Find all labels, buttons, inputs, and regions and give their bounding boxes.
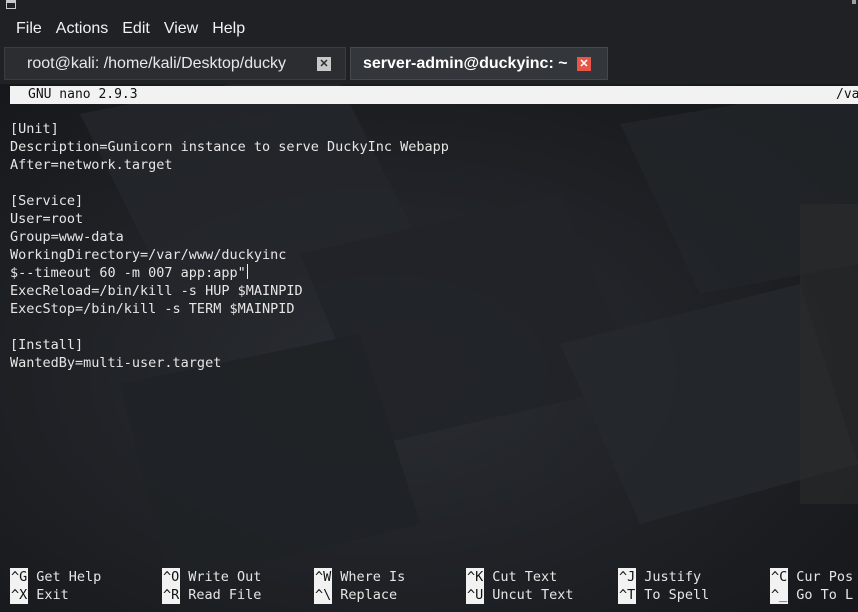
shortcut-key: ^U [466,586,485,604]
buffer-line: After=network.target [10,157,173,173]
text-cursor [246,264,248,279]
buffer-line: Group=www-data [10,229,124,245]
buffer-line: WorkingDirectory=/var/www/duckyinc [10,247,287,263]
shortcut-label: Cur Pos [796,569,854,585]
tab-server-admin[interactable]: server-admin@duckyinc: ~ ✕ [350,47,608,80]
shortcut-key: ^R [162,586,181,604]
shortcut-cur-pos[interactable]: ^C Cur Pos [770,568,853,586]
menu-bar: File Actions Edit View Help [0,14,858,44]
nano-version: GNU nano 2.9.3 [28,87,138,102]
terminal-view[interactable]: GNU nano 2.9.3 /va [Unit] Description=Gu… [0,84,858,612]
buffer-line: ExecReload=/bin/kill -s HUP $MAINPID [10,283,303,299]
shortcut-label: Where Is [340,569,406,585]
shortcut-key: ^C [770,568,789,586]
buffer-line: User=root [10,211,84,227]
shortcut-label: Get Help [36,569,102,585]
nano-filename: /va [836,87,858,102]
shortcut-label: Exit [36,587,69,603]
shortcut-get-help[interactable]: ^G Get Help [10,568,101,586]
shortcut-uncut-text[interactable]: ^U Uncut Text [466,586,574,604]
shortcut-replace[interactable]: ^\ Replace [314,586,397,604]
tab-label: server-admin@duckyinc: ~ [363,54,568,72]
buffer-line-cursor: $--timeout 60 -m 007 app:app" [10,264,449,282]
buffer-line: WantedBy=multi-user.target [10,355,222,371]
shortcut-label: Uncut Text [492,587,574,603]
shortcut-label: Cut Text [492,569,558,585]
shortcut-label: To Spell [644,587,710,603]
menu-help[interactable]: Help [212,20,245,38]
shortcut-key: ^\ [314,586,333,604]
tab-bar: root@kali: /home/kali/Desktop/ducky ✕ se… [0,44,858,84]
shortcut-key: ^W [314,568,333,586]
nano-editor-buffer[interactable]: [Unit] Description=Gunicorn instance to … [10,120,449,372]
buffer-line: [Service] [10,193,84,209]
buffer-line: [Unit] [10,121,59,137]
shortcut-write-out[interactable]: ^O Write Out [162,568,261,586]
window-titlebar [0,0,858,14]
close-icon[interactable]: ✕ [317,57,331,71]
shortcut-label: Go To L [796,587,854,603]
shortcut-go-to-line[interactable]: ^_ Go To L [770,586,853,604]
shortcut-key: ^X [10,586,29,604]
terminal-window-icon [6,0,16,9]
shortcut-to-spell[interactable]: ^T To Spell [618,586,709,604]
shortcut-key: ^T [618,586,637,604]
menu-view[interactable]: View [164,20,198,38]
tab-label: root@kali: /home/kali/Desktop/ducky [27,54,287,72]
menu-actions[interactable]: Actions [56,20,108,38]
shortcut-label: Write Out [188,569,262,585]
shortcut-where-is[interactable]: ^W Where Is [314,568,405,586]
nano-shortcut-bar: ^G Get Help ^O Write Out ^W Where Is ^K Cut … [10,568,858,608]
shortcut-key: ^J [618,568,637,586]
buffer-line: ExecStop=/bin/kill -s TERM $MAINPID [10,301,295,317]
tab-root-kali[interactable]: root@kali: /home/kali/Desktop/ducky ✕ [4,47,346,80]
shortcut-key: ^_ [770,586,789,604]
nano-title-bar: GNU nano 2.9.3 /va [10,86,858,104]
shortcut-label: Justify [644,569,702,585]
shortcut-key: ^G [10,568,29,586]
shortcut-exit[interactable]: ^X Exit [10,586,69,604]
buffer-line [10,174,449,192]
shortcut-justify[interactable]: ^J Justify [618,568,701,586]
buffer-line [10,318,449,336]
menu-edit[interactable]: Edit [122,20,150,38]
shortcut-label: Replace [340,587,398,603]
buffer-line-text: $--timeout 60 -m 007 app:app" [10,265,246,281]
shortcut-key: ^K [466,568,485,586]
close-icon[interactable]: ✕ [577,57,591,71]
shortcut-key: ^O [162,568,181,586]
shortcut-read-file[interactable]: ^R Read File [162,586,261,604]
menu-file[interactable]: File [16,20,42,38]
buffer-line: Description=Gunicorn instance to serve D… [10,139,449,155]
window-corner-indicator [852,0,856,4]
shortcut-cut-text[interactable]: ^K Cut Text [466,568,557,586]
shortcut-label: Read File [188,587,262,603]
buffer-line: [Install] [10,337,84,353]
